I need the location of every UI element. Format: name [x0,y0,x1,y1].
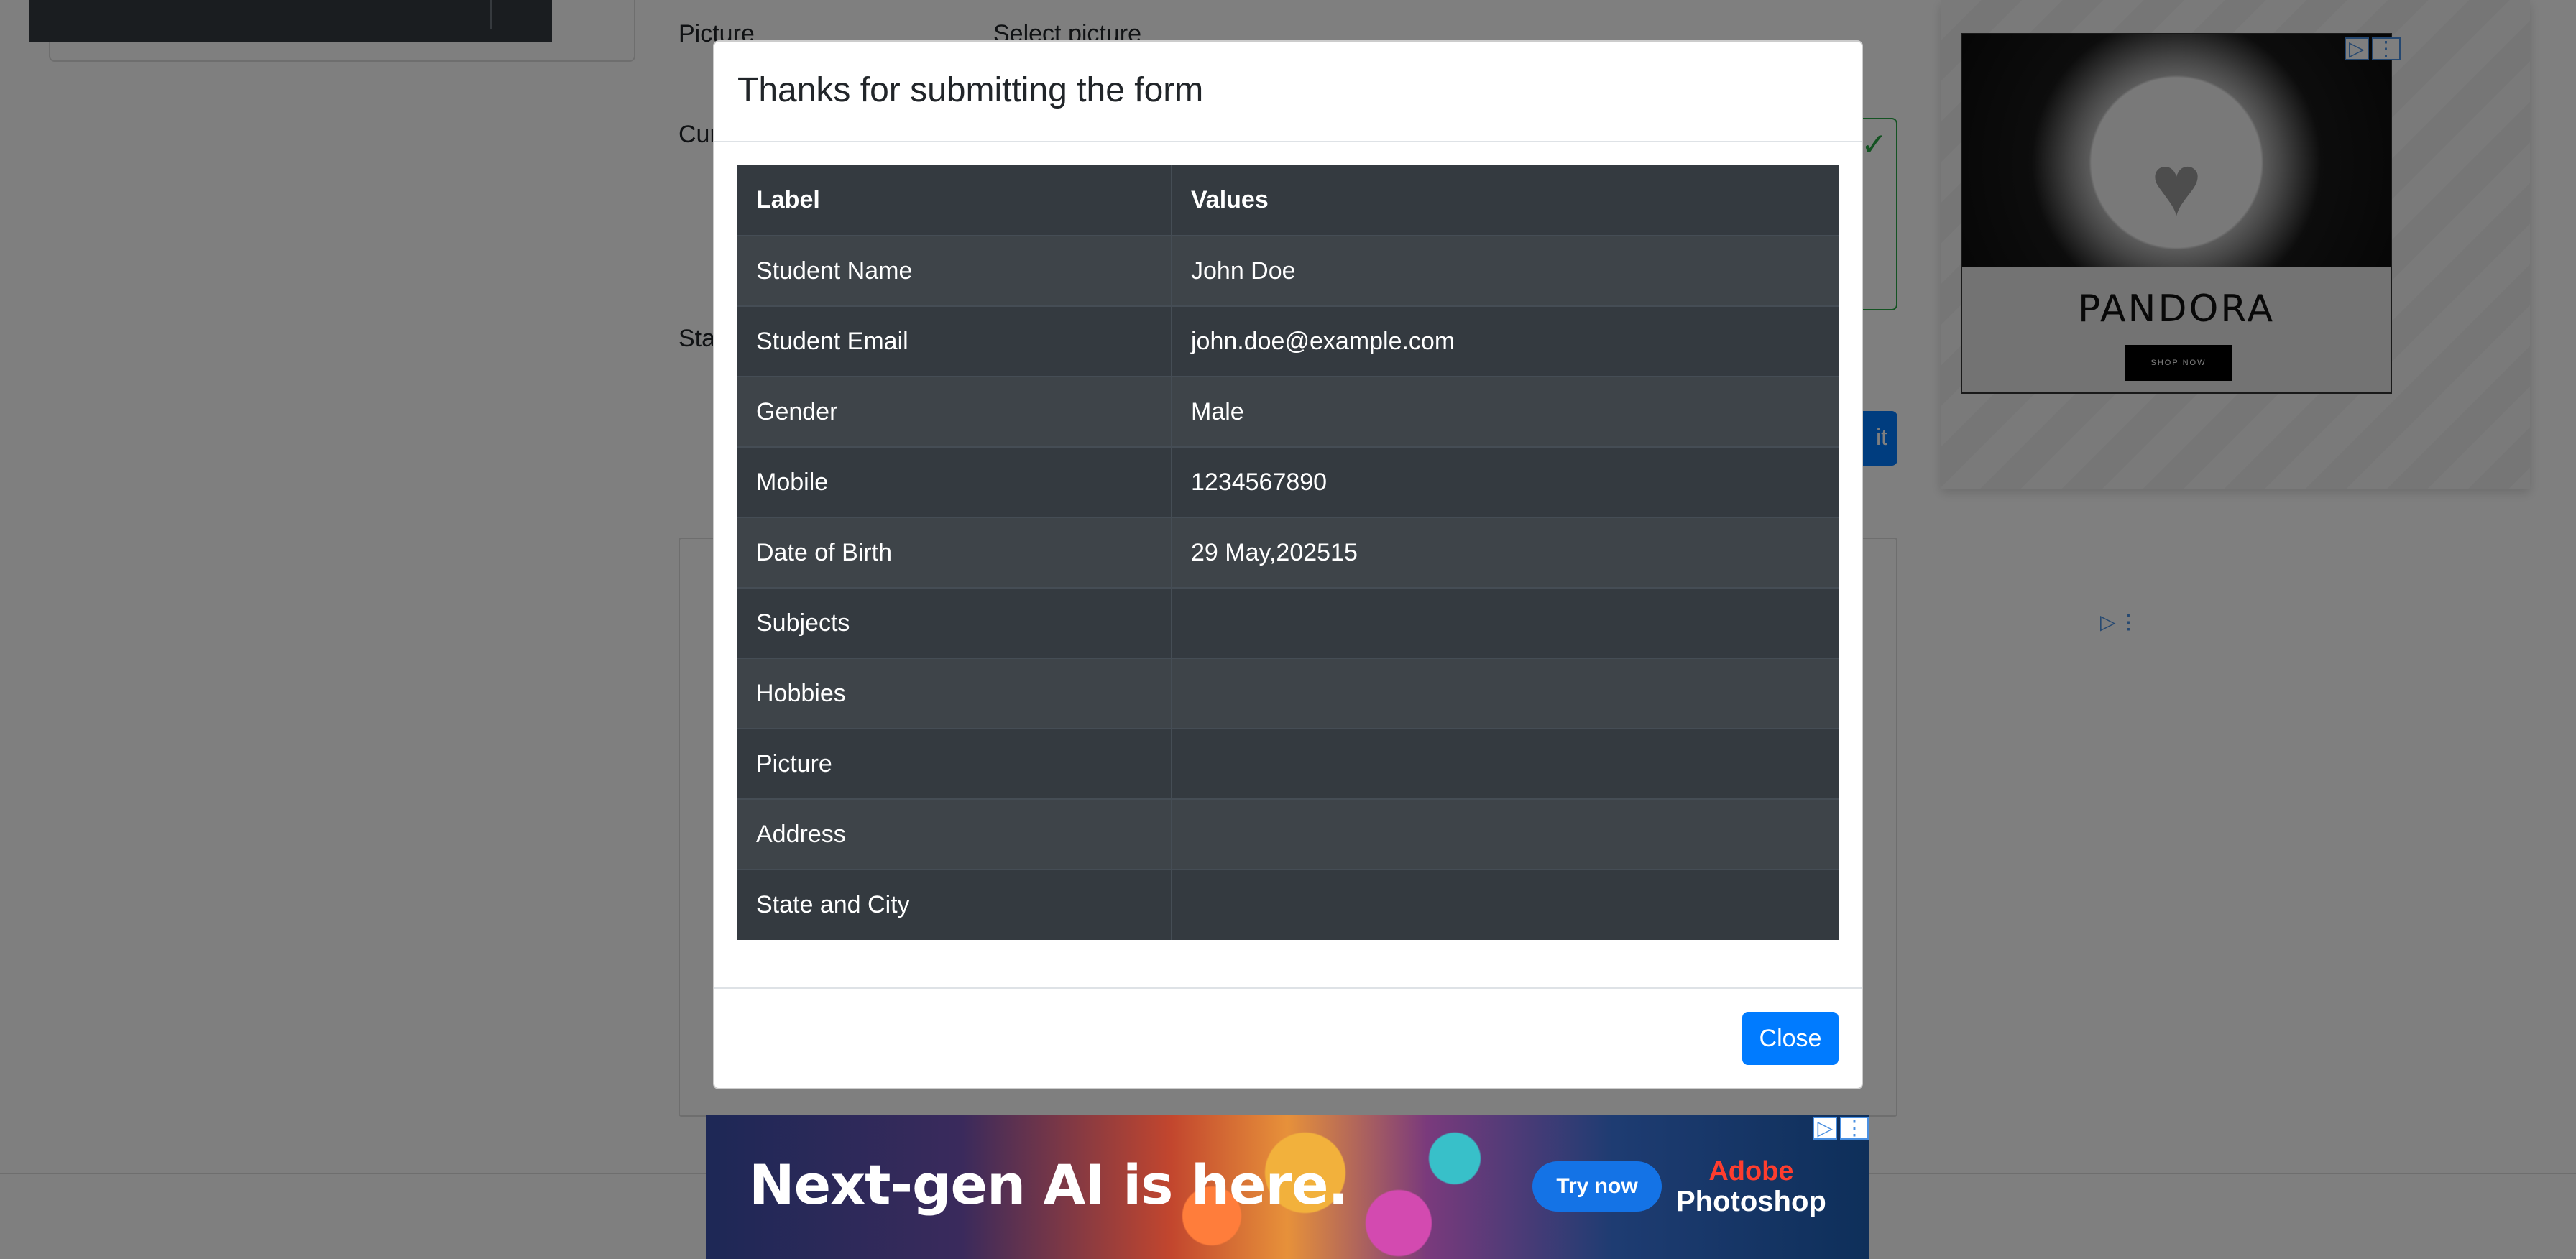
modal-footer: Close [714,987,1862,1088]
row-value: john.doe@example.com [1172,305,1839,377]
row-label: Gender [737,376,1172,447]
row-label: Student Name [737,235,1172,306]
kebab-menu-icon[interactable]: ⋮ [1840,1117,1869,1140]
table-row: Date of Birth 29 May,202515 [737,517,1839,588]
ad-headline: Next-gen AI is here. [749,1153,1348,1217]
play-triangle-icon[interactable]: ▷ [1813,1117,1837,1140]
adobe-wordmark: Adobe [1708,1156,1794,1186]
row-value: Male [1172,376,1839,447]
row-label: Hobbies [737,658,1172,729]
adobe-photoshop-logo: Adobe Photoshop [1676,1157,1826,1217]
try-now-button[interactable]: Try now [1532,1161,1662,1212]
row-label: Student Email [737,305,1172,377]
modal-header: Thanks for submitting the form [714,42,1862,142]
table-row: Student Name John Doe [737,235,1839,306]
photoshop-ad-banner[interactable]: Next-gen AI is here. Try now Adobe Photo… [706,1115,1869,1259]
row-value [1172,658,1839,729]
table-row: State and City [737,869,1839,940]
table-row: Student Email john.doe@example.com [737,305,1839,377]
column-header-values: Values [1172,165,1839,236]
table-header-row: Label Values [737,165,1839,236]
row-label: Picture [737,728,1172,799]
table-row: Picture [737,728,1839,799]
table-row: Hobbies [737,658,1839,729]
modal-body: Label Values Student Name John Doe Studen… [714,142,1862,940]
table-row: Address [737,798,1839,870]
row-value: 29 May,202515 [1172,517,1839,588]
photoshop-wordmark: Photoshop [1676,1186,1826,1217]
row-value: 1234567890 [1172,446,1839,517]
close-button[interactable]: Close [1742,1012,1839,1065]
results-table: Label Values Student Name John Doe Studen… [737,165,1839,940]
column-header-label: Label [737,165,1172,236]
table-row: Mobile 1234567890 [737,446,1839,517]
row-label: Subjects [737,587,1172,658]
row-label: Address [737,798,1172,870]
row-value [1172,587,1839,658]
photoshop-adchoices[interactable]: ▷ ⋮ [1813,1117,1869,1140]
row-label: Mobile [737,446,1172,517]
row-value [1172,798,1839,870]
row-label: Date of Birth [737,517,1172,588]
modal-title: Thanks for submitting the form [737,71,1204,109]
row-value [1172,728,1839,799]
row-value [1172,869,1839,940]
row-value: John Doe [1172,235,1839,306]
submission-modal: Thanks for submitting the form Label Val… [713,40,1863,1089]
table-row: Gender Male [737,376,1839,447]
table-row: Subjects [737,587,1839,658]
row-label: State and City [737,869,1172,940]
